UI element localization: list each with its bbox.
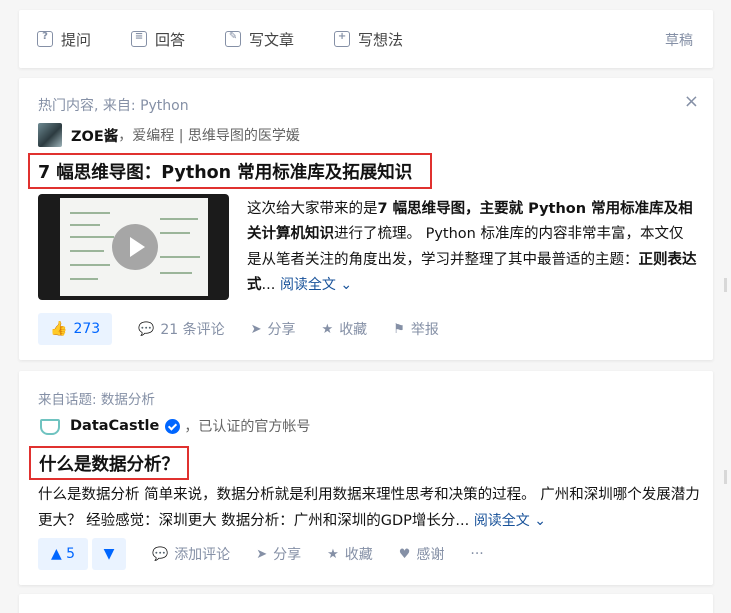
collect-button[interactable]: ★ 收藏 [322, 319, 368, 339]
idea-icon: + [334, 31, 351, 47]
thanks-label: 感谢 [416, 547, 445, 563]
avatar[interactable] [38, 123, 62, 147]
feed-source: 来自话题: 数据分析 [38, 392, 155, 408]
report-label: 举报 [410, 322, 439, 338]
comment-icon: 💬 [152, 546, 169, 562]
answer-button[interactable]: ≡ 回答 [131, 29, 185, 50]
feed-card: 来自话题: 数据分析 DataCastle ，已认证的官方帐号 什么是数据分析？… [19, 371, 713, 585]
action-bar: ▲ 5 ▼ 💬 添加评论 ➤ 分享 ★ 收藏 ♥ 感谢 ··· [38, 538, 484, 570]
content-excerpt[interactable]: 这次给大家带来的是7 幅思维导图，主要就 Python 常用标准库及相关计算机知… [247, 197, 697, 298]
write-article-button[interactable]: ✎ 写文章 [225, 29, 294, 50]
author-headline: ，已认证的官方帐号 [184, 419, 311, 435]
star-icon: ★ [321, 321, 334, 337]
add-comment-button[interactable]: 💬 添加评论 [152, 544, 230, 564]
write-idea-button[interactable]: + 写想法 [334, 29, 403, 50]
downvote-button[interactable]: ▼ [92, 538, 126, 570]
share-label: 分享 [267, 322, 296, 338]
share-button[interactable]: ➤ 分享 [251, 319, 296, 339]
vote-count: 273 [73, 321, 101, 337]
feed-card [19, 594, 713, 613]
ask-question-label: 提问 [61, 30, 92, 49]
write-article-label: 写文章 [249, 30, 295, 49]
add-comment-label: 添加评论 [174, 547, 231, 563]
play-icon[interactable] [112, 224, 158, 270]
author-info: ZOE酱 ，爱编程 | 思维导图的医学媛 [38, 123, 300, 147]
more-options-button[interactable]: ··· [470, 546, 483, 562]
author-name[interactable]: DataCastle [70, 418, 159, 434]
drafts-link[interactable]: 草稿 [665, 30, 693, 50]
content-excerpt[interactable]: 什么是数据分析 简单来说，数据分析就是利用数据来理性思考和决策的过程。 广州和深… [38, 482, 702, 534]
right-edge-mark [724, 470, 727, 484]
comment-label: 21 条评论 [160, 322, 225, 338]
thanks-button[interactable]: ♥ 感谢 [399, 544, 445, 564]
close-icon[interactable]: × [684, 93, 699, 111]
write-idea-label: 写想法 [358, 30, 404, 49]
answer-icon: ≡ [131, 31, 148, 47]
collect-label: 收藏 [339, 322, 368, 338]
read-more-button[interactable]: 阅读全文 ⌄ [280, 277, 352, 293]
chevron-down-icon: ⌄ [340, 276, 353, 293]
action-bar: 👍 273 💬 21 条评论 ➤ 分享 ★ 收藏 ⚑ 举报 [38, 313, 439, 345]
excerpt-text: 什么是数据分析 简单来说，数据分析就是利用数据来理性思考和决策的过程。 广州和深… [38, 487, 700, 529]
feed-source: 热门内容, 来自: Python [38, 98, 189, 114]
heart-icon: ♥ [398, 546, 411, 562]
upvote-button[interactable]: 👍 273 [38, 313, 113, 345]
author-name[interactable]: ZOE酱 [71, 125, 118, 146]
star-icon: ★ [327, 546, 339, 562]
chevron-down-icon: ⌄ [534, 513, 546, 529]
author-headline: ，爱编程 | 思维导图的医学媛 [118, 128, 300, 144]
comment-icon: 💬 [138, 321, 155, 337]
report-button[interactable]: ⚑ 举报 [393, 319, 439, 339]
author-info: DataCastle ，已认证的官方帐号 [38, 416, 310, 436]
share-icon: ➤ [256, 546, 268, 562]
write-bar: ? 提问 ≡ 回答 ✎ 写文章 + 写想法 草稿 [19, 10, 713, 68]
video-thumbnail[interactable] [38, 194, 229, 300]
share-icon: ➤ [250, 321, 262, 337]
collect-label: 收藏 [344, 547, 373, 563]
content-title[interactable]: 7 幅思维导图：Python 常用标准库及拓展知识 [28, 153, 432, 189]
excerpt-ellipsis: ... [261, 276, 276, 293]
share-button[interactable]: ➤ 分享 [256, 544, 301, 564]
content-title[interactable]: 什么是数据分析？ [29, 446, 189, 480]
share-label: 分享 [273, 547, 302, 563]
datacastle-logo-icon[interactable] [38, 416, 60, 436]
read-more-label: 阅读全文 [473, 513, 530, 529]
feed-card: 热门内容, 来自: Python × ZOE酱 ，爱编程 | 思维导图的医学媛 … [19, 78, 713, 360]
right-edge-mark [724, 278, 727, 292]
collect-button[interactable]: ★ 收藏 [327, 544, 373, 564]
ask-question-button[interactable]: ? 提问 [37, 29, 91, 50]
question-icon: ? [37, 31, 53, 47]
verified-badge-icon [165, 418, 181, 434]
upvote-button[interactable]: ▲ 5 [38, 538, 88, 570]
answer-label: 回答 [155, 30, 186, 49]
pen-icon: ✎ [225, 31, 242, 47]
flag-icon: ⚑ [393, 321, 405, 337]
excerpt-text: 这次给大家带来的是 [247, 201, 378, 217]
thumbs-up-icon: 👍 [50, 321, 68, 337]
read-more-button[interactable]: 阅读全文 ⌄ [474, 513, 546, 529]
comment-button[interactable]: 💬 21 条评论 [138, 319, 224, 339]
read-more-label: 阅读全文 [279, 276, 336, 293]
right-gutter [720, 0, 731, 613]
